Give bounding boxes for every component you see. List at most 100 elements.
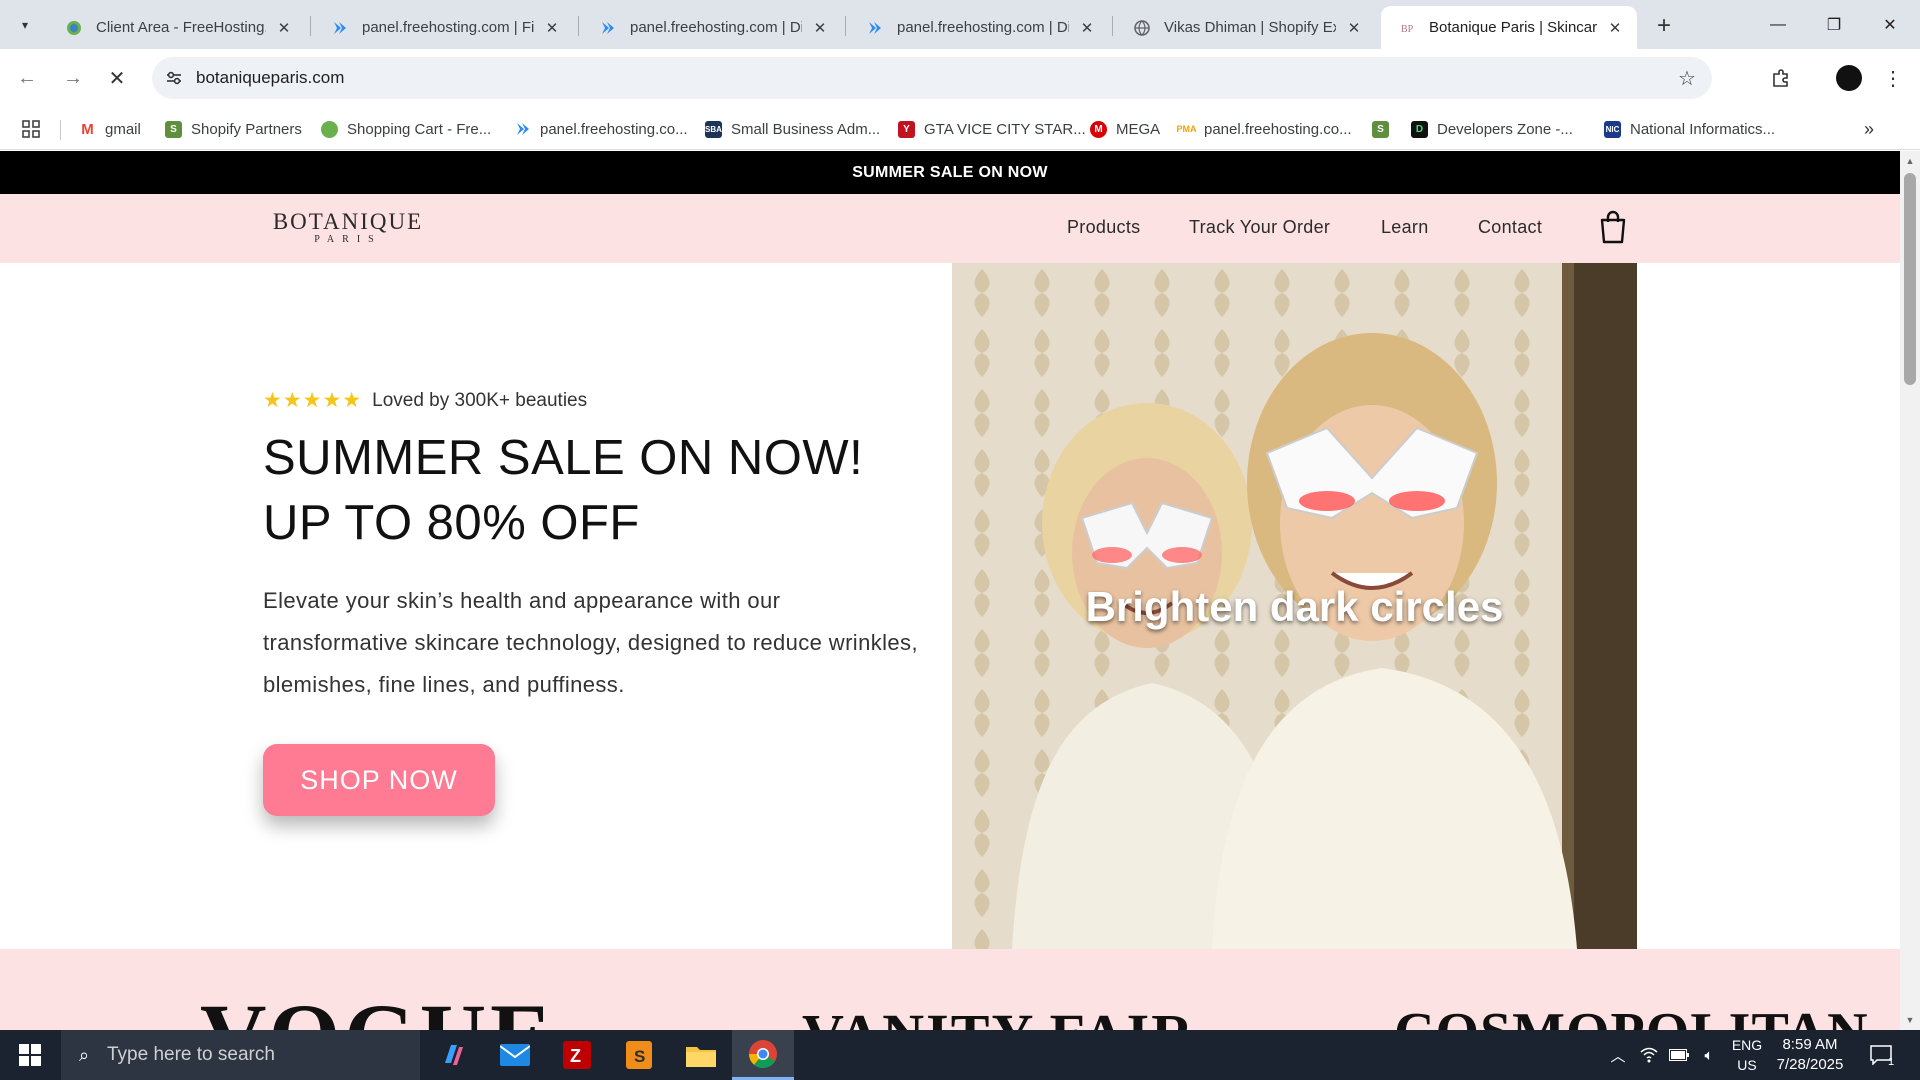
hero-section: ★★★★★ Loved by 300K+ beauties SUMMER SAL… [0, 263, 1900, 949]
freehosting-globe-icon [66, 20, 82, 36]
scroll-up-icon[interactable]: ▲ [1900, 153, 1920, 169]
tab-panel-dir-1[interactable]: panel.freehosting.com | Dir ✕ [582, 6, 842, 49]
minimize-button[interactable]: — [1750, 0, 1806, 49]
profile-avatar[interactable] [1836, 65, 1862, 91]
bookmark-label: Shopping Cart - Fre... [347, 120, 492, 138]
restore-button[interactable]: ❐ [1806, 0, 1862, 49]
mail-icon[interactable] [484, 1030, 546, 1080]
forward-button[interactable]: → [56, 61, 90, 95]
stop-loading-button[interactable]: ✕ [100, 61, 134, 95]
globe-icon [1134, 19, 1150, 36]
tab-title: Vikas Dhiman | Shopify Exp [1164, 19, 1336, 36]
announcement-bar[interactable]: SUMMER SALE ON NOW [0, 151, 1900, 194]
bookmark-shopify[interactable]: S [1372, 118, 1398, 140]
shopify-icon: S [165, 120, 182, 138]
show-hidden-icons-chevron-icon[interactable]: ︿ [1606, 1030, 1630, 1080]
taskbar-search-box[interactable]: ⌕ Type here to search [61, 1030, 420, 1080]
nav-contact[interactable]: Contact [1478, 217, 1542, 238]
bookmark-small-business[interactable]: SBA Small Business Adm... [705, 118, 880, 140]
bookmark-label: National Informatics... [1630, 120, 1776, 138]
more-bookmarks-icon[interactable]: » [1864, 118, 1874, 140]
bookmark-label: panel.freehosting.co... [1204, 120, 1352, 138]
tab-client-area[interactable]: Client Area - FreeHosting.c ✕ [48, 6, 306, 49]
filezilla-icon[interactable]: Z [546, 1030, 608, 1080]
file-explorer-icon[interactable] [670, 1030, 732, 1080]
sublime-icon[interactable]: S [608, 1030, 670, 1080]
site-settings-icon[interactable] [162, 66, 186, 90]
bookmark-gta[interactable]: Y GTA VICE CITY STAR... [898, 118, 1086, 140]
hero-headline: SUMMER SALE ON NOW! UP TO 80% OFF [263, 431, 864, 550]
sba-icon: SBA [705, 120, 722, 138]
rating-text: Loved by 300K+ beauties [372, 389, 588, 411]
more-menu-icon[interactable]: ⋮ [1876, 61, 1910, 95]
bookmark-star-icon[interactable]: ☆ [1674, 65, 1700, 91]
hero-subtext: Elevate your skin’s health and appearanc… [263, 588, 918, 697]
nav-products[interactable]: Products [1067, 217, 1140, 238]
bookmark-label: Shopify Partners [191, 120, 302, 138]
arrow-left-icon: ← [17, 66, 37, 89]
network-icon[interactable] [1636, 1030, 1662, 1080]
shop-now-button[interactable]: SHOP NOW [263, 744, 495, 816]
scroll-down-icon[interactable]: ▼ [1900, 1012, 1920, 1028]
tab-panel-dir-2[interactable]: panel.freehosting.com | Dir ✕ [849, 6, 1109, 49]
cart-icon[interactable] [1596, 208, 1630, 246]
bookmark-label: Small Business Adm... [731, 120, 881, 138]
tab-separator [310, 16, 311, 36]
address-bar[interactable]: botaniqueparis.com ☆ [152, 57, 1712, 99]
tab-search-button[interactable]: ▾ [12, 12, 38, 38]
notifications-icon[interactable]: 1 [1862, 1030, 1902, 1080]
site-header: BOTANIQUE PARIS Products Track Your Orde… [0, 194, 1900, 263]
close-tab-icon[interactable]: ✕ [1077, 18, 1097, 38]
plus-icon: + [1656, 12, 1671, 39]
url-text[interactable]: botaniqueparis.com [196, 68, 344, 88]
tab-separator [845, 16, 846, 36]
bookmark-gmail[interactable]: M gmail [79, 118, 141, 140]
battery-icon[interactable] [1666, 1030, 1692, 1080]
bookmark-national-informatics[interactable]: NIC National Informatics... [1604, 118, 1775, 140]
close-tab-icon[interactable]: ✕ [542, 18, 562, 38]
nav-learn[interactable]: Learn [1381, 217, 1429, 238]
site-logo[interactable]: BOTANIQUE PARIS [268, 210, 428, 247]
nav-track-order[interactable]: Track Your Order [1189, 217, 1330, 238]
tab-strip: ▾ Client Area - FreeHosting.c ✕ panel.fr… [0, 0, 1920, 49]
input-language[interactable]: ENG US [1725, 1035, 1769, 1075]
bookmark-shopping-cart[interactable]: Shopping Cart - Fre... [321, 118, 491, 140]
bookmark-panel-freehosting-1[interactable]: panel.freehosting.co... [514, 118, 688, 140]
new-tab-button[interactable]: + [1650, 12, 1678, 40]
close-tab-icon[interactable]: ✕ [810, 18, 830, 38]
tab-title: panel.freehosting.com | Dir [630, 19, 802, 36]
apps-grid-icon[interactable] [22, 118, 40, 140]
press-logo-cosmopolitan: COSMOPOLITAN [1394, 1001, 1869, 1030]
shopify-icon: S [1372, 120, 1389, 138]
chrome-icon[interactable] [732, 1030, 794, 1080]
copilot-icon[interactable] [422, 1030, 484, 1080]
press-logo-vanity-fair: VANITY FAIR [802, 1001, 1195, 1030]
panel-arrow-icon [514, 121, 531, 138]
tab-botanique[interactable]: BP Botanique Paris | Skincare ✕ [1381, 6, 1637, 49]
panel-arrow-icon [332, 20, 348, 36]
bookmark-panel-freehosting-2[interactable]: PMA panel.freehosting.co... [1177, 118, 1352, 140]
tab-vikas-dhiman[interactable]: Vikas Dhiman | Shopify Exp ✕ [1116, 6, 1376, 49]
tab-separator [578, 16, 579, 36]
search-placeholder: Type here to search [107, 1044, 275, 1065]
close-tab-icon[interactable]: ✕ [274, 18, 294, 38]
press-logo-vogue: VOGUE [200, 983, 556, 1030]
bookmark-shopify-partners[interactable]: S Shopify Partners [165, 118, 302, 140]
close-tab-icon[interactable]: ✕ [1605, 18, 1625, 38]
system-clock[interactable]: 8:59 AM 7/28/2025 [1765, 1035, 1855, 1075]
close-tab-icon[interactable]: ✕ [1344, 18, 1364, 38]
close-window-button[interactable]: ✕ [1862, 0, 1918, 49]
bookmark-mega[interactable]: M MEGA [1090, 118, 1160, 140]
bookmark-label: panel.freehosting.co... [540, 120, 688, 138]
mega-icon: M [1090, 120, 1107, 138]
bookmark-label: Developers Zone -... [1437, 120, 1573, 138]
page-scrollbar[interactable]: ▲ ▼ [1900, 151, 1920, 1030]
start-button[interactable] [0, 1030, 60, 1080]
volume-icon[interactable]: 🔈︎ [1696, 1030, 1722, 1080]
bookmark-developers-zone[interactable]: D Developers Zone -... [1411, 118, 1573, 140]
tab-panel-files[interactable]: panel.freehosting.com | Fil ✕ [314, 6, 574, 49]
minimize-icon: — [1770, 15, 1786, 33]
back-button[interactable]: ← [10, 61, 44, 95]
scrollbar-thumb[interactable] [1904, 173, 1916, 385]
extensions-icon[interactable] [1764, 61, 1798, 95]
